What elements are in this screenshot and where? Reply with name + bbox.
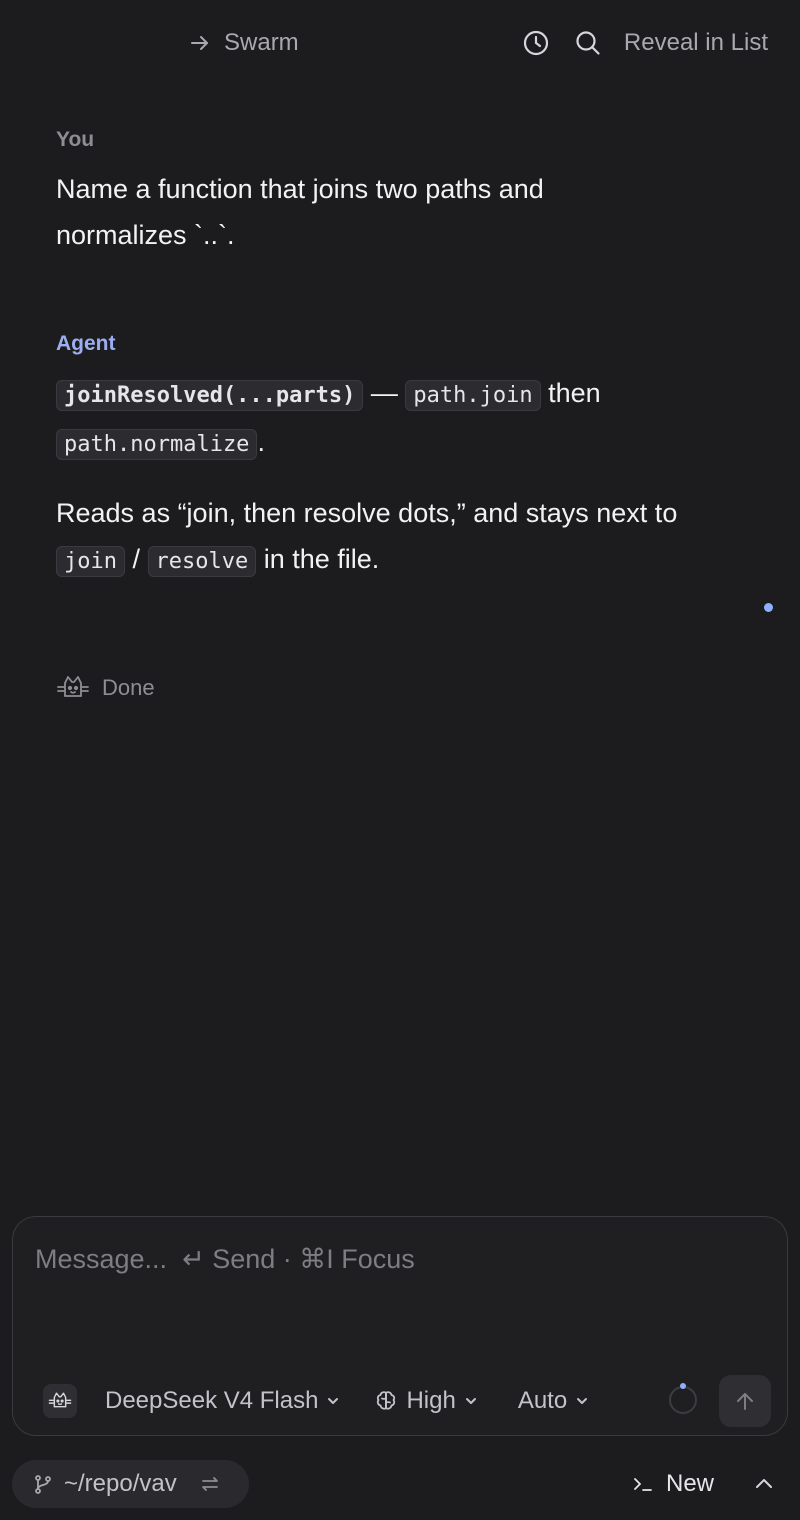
agent-text-dash: — xyxy=(363,378,406,408)
agent-cat-icon xyxy=(56,674,90,702)
agent-text-then: then xyxy=(540,378,601,408)
loading-spinner xyxy=(669,1383,699,1416)
inline-code-join: join xyxy=(56,546,125,577)
model-label: DeepSeek V4 Flash xyxy=(105,1387,319,1414)
message-composer: DeepSeek V4 Flash High Auto xyxy=(12,1216,788,1436)
swarm-link[interactable]: Swarm xyxy=(188,26,299,60)
inline-code-path-normalize: path.normalize xyxy=(56,429,258,460)
inline-code-function-name: joinResolved(...parts) xyxy=(56,380,364,411)
status-label: Done xyxy=(102,675,155,700)
top-actions: Reveal in List xyxy=(520,24,768,62)
reveal-in-list-button[interactable]: Reveal in List xyxy=(624,29,768,57)
auto-mode-dropdown[interactable]: Auto xyxy=(518,1387,589,1415)
composer-toolbar: DeepSeek V4 Flash High Auto xyxy=(43,1375,771,1427)
arrow-up-icon xyxy=(734,1390,756,1412)
agent-paragraph-2: Reads as “join, then resolve dots,” and … xyxy=(56,490,746,585)
model-dropdown[interactable]: DeepSeek V4 Flash xyxy=(105,1387,340,1415)
terminal-icon xyxy=(632,1473,654,1495)
send-button[interactable] xyxy=(719,1375,771,1427)
agent-text-separator: / xyxy=(124,544,148,574)
chevron-down-icon xyxy=(575,1394,589,1408)
brain-icon xyxy=(374,1389,398,1413)
run-status: Done xyxy=(56,674,155,702)
agent-cat-icon xyxy=(48,1390,72,1412)
effort-dropdown[interactable]: High xyxy=(374,1387,477,1415)
inline-code-resolve: resolve xyxy=(147,546,257,577)
top-bar: Swarm Reveal in List xyxy=(0,0,800,84)
agent-role-label: Agent xyxy=(56,332,116,355)
agent-text-period: . xyxy=(257,427,265,457)
user-message: You Name a function that joins two paths… xyxy=(56,128,746,258)
new-label: New xyxy=(666,1470,715,1497)
agent-text-reads-as: Reads as “join, then resolve dots,” and … xyxy=(56,498,678,528)
history-icon[interactable] xyxy=(520,27,552,59)
user-message-text: Name a function that joins two paths and… xyxy=(56,174,544,250)
effort-label: High xyxy=(406,1387,456,1414)
swap-icon[interactable] xyxy=(199,1473,221,1495)
search-icon[interactable] xyxy=(572,27,604,59)
chevron-down-icon xyxy=(326,1394,340,1408)
swarm-label: Swarm xyxy=(224,29,299,56)
mode-label: Auto xyxy=(517,1387,568,1414)
chevron-down-icon xyxy=(464,1394,478,1408)
agent-mode-button[interactable] xyxy=(43,1384,77,1418)
inline-code-path-join: path.join xyxy=(405,380,541,411)
repo-chip[interactable]: ~/repo/vav xyxy=(12,1460,249,1508)
unread-indicator-dot xyxy=(764,603,773,612)
agent-text-in-file: in the file. xyxy=(256,544,380,574)
chevron-up-icon[interactable] xyxy=(750,1468,778,1500)
user-role-label: You xyxy=(56,128,95,151)
agent-message: Agent joinResolved(...parts) — path.join… xyxy=(56,332,746,585)
arrow-right-icon xyxy=(188,31,212,55)
git-branch-icon xyxy=(32,1473,54,1495)
agent-paragraph-1: joinResolved(...parts) — path.join then p… xyxy=(56,370,746,468)
repo-path: ~/repo/vav xyxy=(64,1470,177,1497)
new-terminal-button[interactable]: New xyxy=(632,1466,714,1502)
message-input[interactable] xyxy=(35,1239,755,1279)
